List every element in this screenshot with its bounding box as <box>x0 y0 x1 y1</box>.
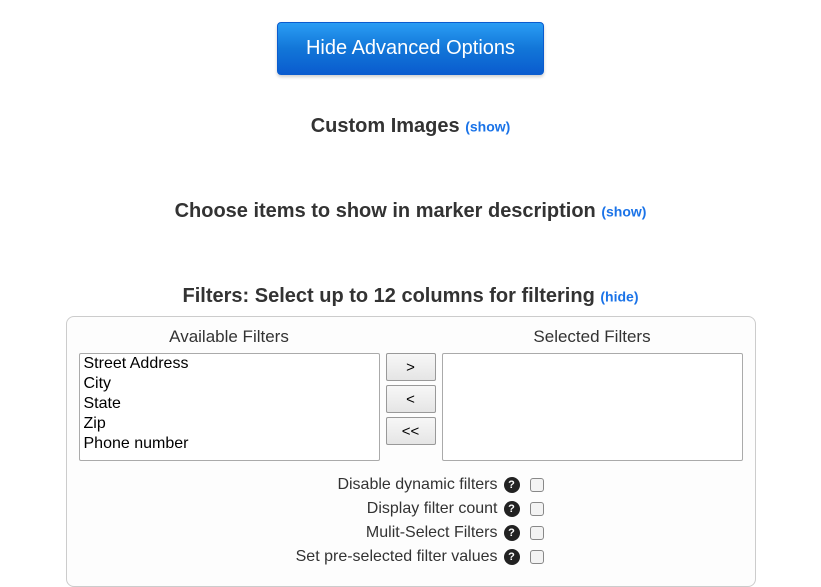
help-icon[interactable]: ? <box>504 525 520 541</box>
filters-toggle-link[interactable]: (hide) <box>600 289 638 305</box>
marker-description-title: Choose items to show in marker descripti… <box>175 200 596 222</box>
custom-images-heading: Custom Images (show) <box>0 115 821 138</box>
filter-option[interactable]: Zip <box>80 414 379 434</box>
selected-filters-label: Selected Filters <box>442 327 743 347</box>
preselected-filter-values-checkbox[interactable] <box>530 550 544 564</box>
filters-panel: Available Filters Street AddressCityStat… <box>66 316 756 587</box>
disable-dynamic-filters-checkbox[interactable] <box>530 478 544 492</box>
preselected-filter-values-label: Set pre-selected filter values <box>278 548 498 566</box>
help-icon[interactable]: ? <box>504 477 520 493</box>
move-right-button[interactable]: > <box>386 353 436 381</box>
help-icon[interactable]: ? <box>504 549 520 565</box>
marker-description-heading: Choose items to show in marker descripti… <box>0 200 821 223</box>
move-all-left-button[interactable]: << <box>386 417 436 445</box>
multi-select-filters-checkbox[interactable] <box>530 526 544 540</box>
filter-option[interactable]: Phone number <box>80 434 379 454</box>
disable-dynamic-filters-label: Disable dynamic filters <box>278 476 498 494</box>
display-filter-count-label: Display filter count <box>278 500 498 518</box>
hide-advanced-options-button[interactable]: Hide Advanced Options <box>277 22 544 75</box>
filter-option[interactable]: Street Address <box>80 354 379 374</box>
selected-filters-listbox[interactable] <box>442 353 743 461</box>
filters-heading: Filters: Select up to 12 columns for fil… <box>0 285 821 308</box>
filter-option[interactable]: City <box>80 374 379 394</box>
available-filters-label: Available Filters <box>79 327 380 347</box>
marker-description-toggle-link[interactable]: (show) <box>601 204 646 220</box>
help-icon[interactable]: ? <box>504 501 520 517</box>
available-filters-listbox[interactable]: Street AddressCityStateZipPhone number <box>79 353 380 461</box>
multi-select-filters-label: Mulit-Select Filters <box>278 524 498 542</box>
move-left-button[interactable]: < <box>386 385 436 413</box>
custom-images-title: Custom Images <box>311 115 460 137</box>
display-filter-count-checkbox[interactable] <box>530 502 544 516</box>
filters-title: Filters: Select up to 12 columns for fil… <box>183 285 595 307</box>
custom-images-toggle-link[interactable]: (show) <box>465 119 510 135</box>
filter-option[interactable]: State <box>80 394 379 414</box>
